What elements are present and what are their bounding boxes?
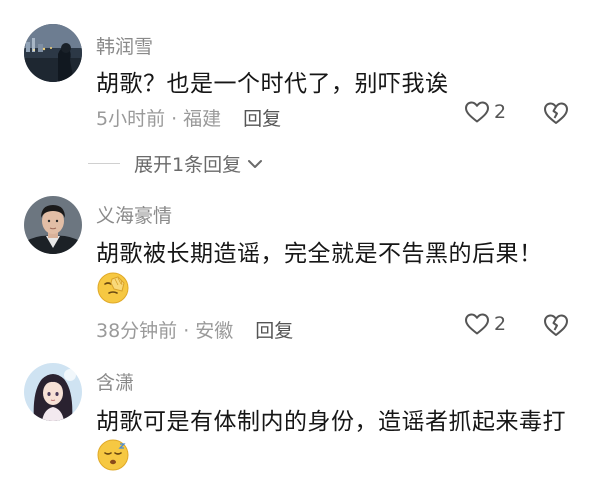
comment-3: 含潇 胡歌可是有体制内的身份，造谣者抓起来毒打 — [0, 0, 600, 480]
anime-girl-portrait-icon — [24, 363, 82, 421]
comment-text: 胡歌可是有体制内的身份，造谣者抓起来毒打 — [96, 409, 566, 435]
username[interactable]: 含潇 — [96, 368, 134, 395]
avatar[interactable] — [24, 363, 82, 421]
sleepy-emoji-icon — [96, 438, 130, 472]
